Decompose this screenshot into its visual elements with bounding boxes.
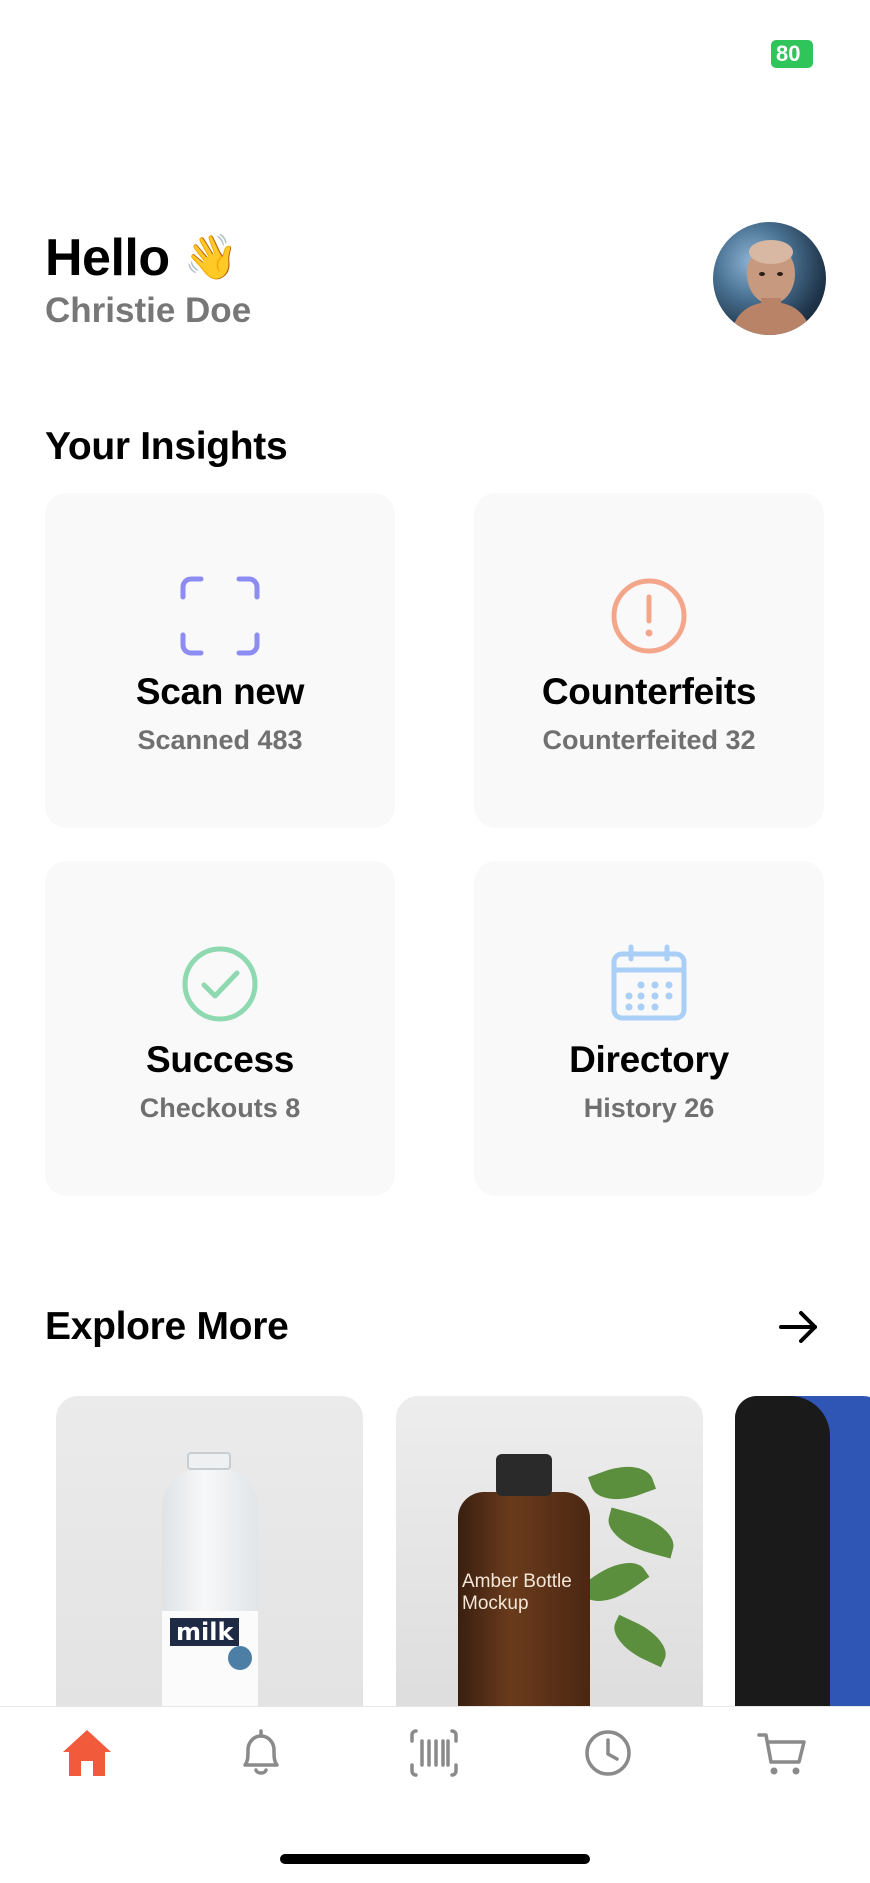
counterfeits-card[interactable]: Counterfeits Counterfeited 32 <box>474 493 824 828</box>
card-title: Directory <box>569 1039 729 1080</box>
user-name: Christie Doe <box>45 291 252 330</box>
waving-hand-icon: 👋 <box>183 233 239 282</box>
card-subtitle: History 26 <box>583 1093 715 1123</box>
card-title: Counterfeits <box>541 671 757 712</box>
product-card-amber-bottle[interactable]: Amber Bottle Mockup <box>396 1396 703 1736</box>
card-subtitle: Checkouts 8 <box>139 1093 301 1123</box>
home-indicator[interactable] <box>280 1854 590 1864</box>
bottom-nav <box>0 1706 870 1883</box>
success-card[interactable]: Success Checkouts 8 <box>45 861 395 1196</box>
arrow-right-icon[interactable] <box>775 1304 821 1350</box>
card-title: Success <box>145 1039 295 1080</box>
barcode-icon[interactable] <box>406 1725 462 1781</box>
check-circle-icon <box>182 946 258 1022</box>
avatar-portrait-icon <box>731 240 811 335</box>
directory-card[interactable]: Directory History 26 <box>474 861 824 1196</box>
home-icon[interactable] <box>59 1725 115 1781</box>
greeting-heading: Hello 👋 <box>45 228 238 288</box>
scan-frame-icon <box>180 576 260 656</box>
product-card-milk[interactable]: milk <box>56 1396 363 1736</box>
explore-title: Explore More <box>45 1305 289 1348</box>
insights-title: Your Insights <box>45 425 288 468</box>
avatar[interactable] <box>713 222 826 335</box>
greeting-text: Hello <box>45 229 170 287</box>
clock-icon[interactable] <box>580 1725 636 1781</box>
scan-new-card[interactable]: Scan new Scanned 483 <box>45 493 395 828</box>
card-subtitle: Counterfeited 32 <box>542 725 756 755</box>
amber-bottle-label: Amber Bottle Mockup <box>462 1571 572 1614</box>
battery-indicator: 80 <box>771 40 813 68</box>
bell-icon[interactable] <box>233 1725 289 1781</box>
cart-icon[interactable] <box>754 1725 810 1781</box>
card-title: Scan new <box>135 671 305 712</box>
alert-circle-icon <box>611 578 687 654</box>
card-subtitle: Scanned 483 <box>137 725 303 755</box>
product-card-partial[interactable] <box>735 1396 870 1736</box>
calendar-icon <box>611 944 687 1021</box>
milk-label: milk <box>170 1618 240 1646</box>
